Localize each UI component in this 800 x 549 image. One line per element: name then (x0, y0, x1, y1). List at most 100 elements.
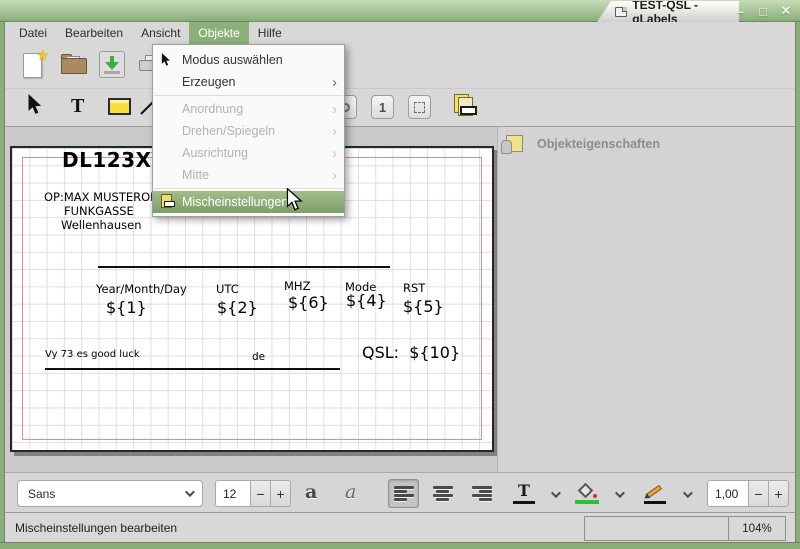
menu-separator (154, 95, 343, 96)
maximize-button[interactable]: □ (755, 3, 771, 19)
align-right-icon (472, 486, 492, 501)
menu-separator (154, 188, 343, 189)
menu-item-drehen-spiegeln[interactable]: Drehen/Spiegeln › (153, 120, 344, 142)
merge-field-value[interactable]: ${2} (217, 298, 258, 317)
menu-item-ausrichtung[interactable]: Ausrichtung › (153, 142, 344, 164)
object-properties-panel: Objekteigenschaften (497, 126, 795, 472)
italic-button[interactable]: a (345, 482, 356, 502)
submenu-arrow-icon: › (332, 168, 337, 183)
objekte-dropdown-menu: Modus auswählen Erzeugen › Anordnung › D… (152, 44, 345, 217)
submenu-arrow-icon: › (332, 102, 337, 117)
zoom-level-indicator: 104% (728, 516, 786, 541)
paint-bucket-icon (577, 483, 597, 498)
merge-field-value[interactable]: ${5} (403, 297, 444, 316)
text-tool-button[interactable]: T (71, 93, 84, 119)
font-family-value: Sans (28, 487, 55, 501)
box-tool-button[interactable] (108, 98, 131, 115)
open-button[interactable] (60, 54, 88, 76)
statusbar: Mischeinstellungen bearbeiten 104% (5, 512, 795, 542)
align-center-button[interactable] (427, 479, 458, 508)
zoom-fit-icon (414, 102, 425, 113)
status-message: Mischeinstellungen bearbeiten (15, 521, 177, 535)
zoom-fit-button[interactable] (408, 95, 431, 119)
submenu-arrow-icon: › (332, 75, 337, 90)
menu-datei[interactable]: Datei (10, 22, 56, 44)
merge-field-value[interactable]: ${1} (106, 298, 147, 317)
align-left-icon (394, 486, 414, 501)
menubar: Datei Bearbeiten Ansicht Objekte Hilfe (5, 22, 795, 44)
merge-settings-icon (161, 194, 176, 210)
document-icon (615, 7, 627, 17)
menu-ansicht[interactable]: Ansicht (132, 22, 189, 44)
window-title-tab[interactable]: TEST-QSL - gLabels (597, 1, 739, 22)
operator-text-line1[interactable]: OP:MAX MUSTEROM (44, 190, 160, 204)
status-context-box (584, 516, 729, 541)
merge-field-value[interactable]: ${4} (346, 291, 387, 310)
minimize-button[interactable]: – (732, 3, 748, 19)
properties-icon (506, 135, 523, 152)
chevron-down-icon (185, 487, 195, 497)
select-tool-button[interactable] (27, 94, 43, 116)
font-size-increase-button[interactable]: + (270, 480, 291, 507)
main-toolbar: ★ (5, 44, 795, 88)
menu-item-erzeugen[interactable]: Erzeugen › (153, 71, 344, 93)
window-controls: – □ ✕ (732, 0, 794, 22)
menu-item-mitte[interactable]: Mitte › (153, 164, 344, 186)
operator-text-line3[interactable]: Wellenhausen (61, 218, 142, 232)
operator-text-line2[interactable]: FUNKGASSE (64, 204, 134, 218)
select-arrow-icon (27, 94, 43, 116)
panel-title: Objekteigenschaften (537, 137, 660, 151)
merge-field-value[interactable]: ${6} (288, 293, 329, 312)
window-frame-left (0, 20, 5, 549)
fill-color-button[interactable] (573, 479, 601, 508)
merge-properties-button[interactable] (452, 93, 478, 119)
mouse-cursor (286, 188, 303, 217)
align-right-button[interactable] (466, 479, 497, 508)
menu-item-modus-auswaehlen[interactable]: Modus auswählen (153, 49, 344, 71)
menu-hilfe[interactable]: Hilfe (249, 22, 291, 44)
align-center-icon (433, 486, 453, 501)
column-header[interactable]: MHZ (284, 279, 310, 293)
font-size-decrease-button[interactable]: − (250, 480, 271, 507)
window-title: TEST-QSL - gLabels (632, 0, 739, 26)
bold-button[interactable]: a (305, 482, 317, 502)
font-family-select[interactable]: Sans (17, 480, 203, 507)
zoom-100-button[interactable]: 1 (371, 95, 394, 119)
column-header[interactable]: Year/Month/Day (96, 282, 187, 296)
text-color-button[interactable]: T (510, 479, 538, 508)
line-width-decrease-button[interactable]: − (748, 480, 769, 507)
window-frame-right (795, 20, 800, 549)
chevron-down-icon[interactable] (615, 488, 625, 498)
menu-item-anordnung[interactable]: Anordnung › (153, 98, 344, 120)
save-button[interactable] (99, 51, 125, 78)
star-icon: ★ (36, 47, 49, 64)
chevron-down-icon[interactable] (551, 488, 561, 498)
window-frame-bottom (0, 542, 800, 549)
footer-de-text[interactable]: de (252, 351, 265, 363)
line-width-stepper: 1,00 − + (707, 480, 789, 507)
column-header[interactable]: UTC (216, 282, 239, 296)
format-toolbar: Sans 12 − + a a T (5, 472, 795, 512)
footer-line-object[interactable] (45, 368, 340, 370)
footer-text-object[interactable]: Vy 73 es good luck (45, 349, 140, 360)
align-left-button[interactable] (388, 479, 419, 508)
menu-objekte[interactable]: Objekte (189, 22, 248, 44)
line-width-increase-button[interactable]: + (768, 480, 789, 507)
line-width-input[interactable]: 1,00 (707, 480, 749, 507)
column-header[interactable]: RST (403, 281, 425, 295)
horizontal-line-object[interactable] (98, 266, 390, 268)
submenu-arrow-icon: › (332, 146, 337, 161)
line-color-button[interactable] (641, 479, 669, 508)
font-size-input[interactable]: 12 (215, 480, 251, 507)
new-document-button[interactable]: ★ (21, 51, 47, 81)
menu-item-mischeinstellungen[interactable]: Mischeinstellungen (153, 191, 344, 213)
cursor-arrow-icon (161, 53, 182, 67)
panel-header: Objekteigenschaften (506, 135, 660, 152)
drawing-toolbar: T 1 (5, 88, 795, 126)
qsl-merge-text[interactable]: QSL: ${10} (362, 343, 460, 362)
chevron-down-icon[interactable] (683, 488, 693, 498)
close-button[interactable]: ✕ (778, 3, 794, 19)
text-color-icon: T (518, 483, 530, 499)
menu-bearbeiten[interactable]: Bearbeiten (56, 22, 132, 44)
merge-icon (452, 93, 478, 119)
